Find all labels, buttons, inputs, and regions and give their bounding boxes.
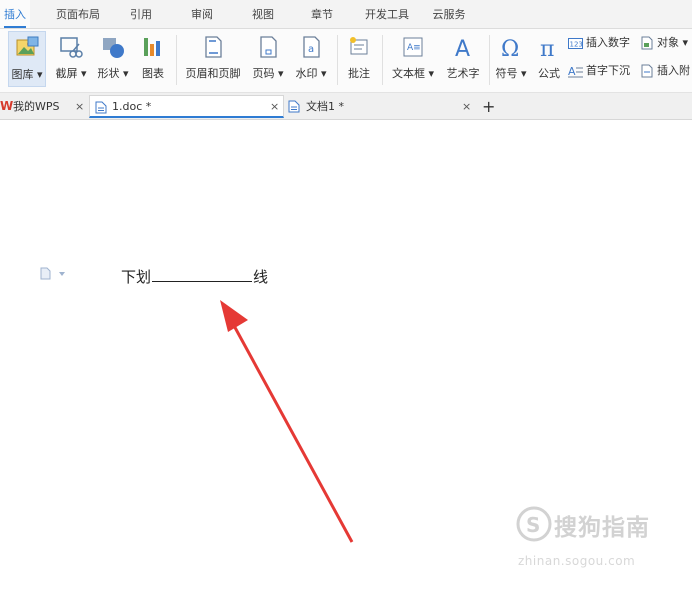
number-box-icon: 123 xyxy=(568,37,583,49)
tab-document-1-label: 文档1 * xyxy=(306,100,344,113)
pi-icon: π xyxy=(540,37,554,60)
textbox-icon: A≡ xyxy=(403,37,423,57)
tab-cloud-services[interactable]: 云服务 xyxy=(428,0,470,28)
picture-icon xyxy=(16,36,39,56)
tab-my-wps-label: 我的WPS xyxy=(13,100,60,113)
ribbon-separator xyxy=(489,35,490,85)
svg-text:S: S xyxy=(526,513,540,537)
header-footer-label: 页眉和页脚 xyxy=(185,67,241,80)
insert-number-button[interactable]: 123 插入数字 xyxy=(568,34,630,52)
watermark-title: 搜狗指南 xyxy=(554,515,650,541)
text-after-underline: 线 xyxy=(253,268,269,286)
document-tab-bar: W 我的WPS × 1.doc * × 文档1 * × + xyxy=(0,93,692,120)
chart-label: 图表 xyxy=(142,67,164,80)
tab-document-1[interactable]: 文档1 * × xyxy=(286,95,476,118)
underline-blank xyxy=(152,267,253,282)
shapes-label: 形状 ▾ xyxy=(97,67,129,80)
comment-icon xyxy=(350,37,368,55)
attachment-icon xyxy=(641,64,653,78)
symbol-label: 符号 ▾ xyxy=(495,67,527,80)
chart-button[interactable]: 图表 xyxy=(136,31,170,87)
wordart-icon: A xyxy=(455,37,470,60)
formula-button[interactable]: π 公式 xyxy=(533,31,565,87)
insert-number-label: 插入数字 xyxy=(586,36,630,49)
svg-text:A: A xyxy=(455,37,470,60)
document-icon xyxy=(288,100,300,113)
text-before-underline: 下划 xyxy=(121,268,152,286)
wps-logo-icon: W xyxy=(0,99,14,113)
chart-icon xyxy=(144,38,160,56)
svg-text:A: A xyxy=(568,65,576,78)
sogou-watermark: S 搜狗指南 zhinan.sogou.com xyxy=(514,506,679,576)
picture-label: 图库 ▾ xyxy=(11,68,43,81)
close-icon[interactable]: × xyxy=(75,95,84,118)
tab-insert[interactable]: 插入 xyxy=(0,0,30,28)
formula-label: 公式 xyxy=(538,67,560,80)
document-page[interactable]: 下划 线 S 搜狗指南 zhinan.sogou.com xyxy=(0,120,692,595)
comment-label: 批注 xyxy=(348,67,370,80)
tab-sections[interactable]: 章节 xyxy=(304,0,340,28)
comment-button[interactable]: 批注 xyxy=(342,31,376,87)
close-icon[interactable]: × xyxy=(270,95,279,118)
paragraph-marker-icon[interactable] xyxy=(40,267,70,281)
tab-review[interactable]: 审阅 xyxy=(184,0,220,28)
picture-button[interactable]: 图库 ▾ xyxy=(8,31,46,87)
tab-1-doc-label: 1.doc * xyxy=(112,100,152,113)
document-text-line[interactable]: 下划 线 xyxy=(121,266,268,287)
page-number-button[interactable]: 页码 ▾ xyxy=(249,31,287,87)
svg-text:123: 123 xyxy=(570,40,583,48)
document-icon xyxy=(95,101,107,114)
shapes-icon xyxy=(103,38,124,58)
wordart-button[interactable]: A 艺术字 xyxy=(442,31,484,87)
svg-text:a: a xyxy=(308,44,314,55)
watermark-button[interactable]: a 水印 ▾ xyxy=(291,31,331,87)
tab-my-wps[interactable]: W 我的WPS × xyxy=(0,95,88,118)
tab-page-layout[interactable]: 页面布局 xyxy=(50,0,106,28)
screenshot-icon xyxy=(60,37,83,58)
page-number-icon xyxy=(260,36,277,58)
object-icon xyxy=(641,36,653,50)
insert-attachment-button[interactable]: 插入附 xyxy=(641,62,690,80)
textbox-button[interactable]: A≡ 文本框 ▾ xyxy=(388,31,438,87)
symbol-button[interactable]: Ω 符号 ▾ xyxy=(493,31,529,87)
header-footer-button[interactable]: 页眉和页脚 xyxy=(181,31,245,87)
svg-text:π: π xyxy=(540,37,554,60)
tab-view[interactable]: 视图 xyxy=(245,0,281,28)
new-tab-button[interactable]: + xyxy=(482,95,498,118)
ribbon-tab-bar: 插入 页面布局 引用 审阅 视图 章节 开发工具 云服务 xyxy=(0,0,692,29)
drop-cap-button[interactable]: A 首字下沉 xyxy=(568,62,630,80)
ribbon-separator xyxy=(176,35,177,85)
watermark-url: zhinan.sogou.com xyxy=(518,554,636,568)
object-label: 对象 ▾ xyxy=(657,36,689,49)
annotation-arrow xyxy=(220,300,354,543)
drop-cap-label: 首字下沉 xyxy=(586,64,630,77)
ribbon-separator xyxy=(382,35,383,85)
tab-references[interactable]: 引用 xyxy=(123,0,159,28)
close-icon[interactable]: × xyxy=(462,95,471,118)
insert-attachment-label: 插入附 xyxy=(657,64,690,77)
screenshot-label: 截屏 ▾ xyxy=(55,67,87,80)
tab-developer[interactable]: 开发工具 xyxy=(360,0,414,28)
screenshot-button[interactable]: 截屏 ▾ xyxy=(52,31,90,87)
shapes-button[interactable]: 形状 ▾ xyxy=(94,31,132,87)
svg-text:A≡: A≡ xyxy=(407,43,421,53)
textbox-label: 文本框 ▾ xyxy=(391,67,435,80)
drop-cap-icon: A xyxy=(568,65,583,78)
sogou-logo-icon: S xyxy=(516,506,552,542)
svg-text:Ω: Ω xyxy=(501,37,519,60)
ribbon-insert: 图库 ▾ 截屏 ▾ 形状 ▾ 图表 页眉和页脚 页码 ▾ a 水印 ▾ 批注 A… xyxy=(0,29,692,93)
ribbon-separator xyxy=(337,35,338,85)
object-button[interactable]: 对象 ▾ xyxy=(641,34,688,52)
omega-icon: Ω xyxy=(501,37,519,60)
page-number-label: 页码 ▾ xyxy=(252,67,284,80)
tab-1-doc[interactable]: 1.doc * × xyxy=(89,95,284,118)
watermark-icon: a xyxy=(303,36,320,58)
header-footer-icon xyxy=(205,36,222,58)
watermark-label: 水印 ▾ xyxy=(295,67,327,80)
wordart-label: 艺术字 xyxy=(446,67,480,80)
